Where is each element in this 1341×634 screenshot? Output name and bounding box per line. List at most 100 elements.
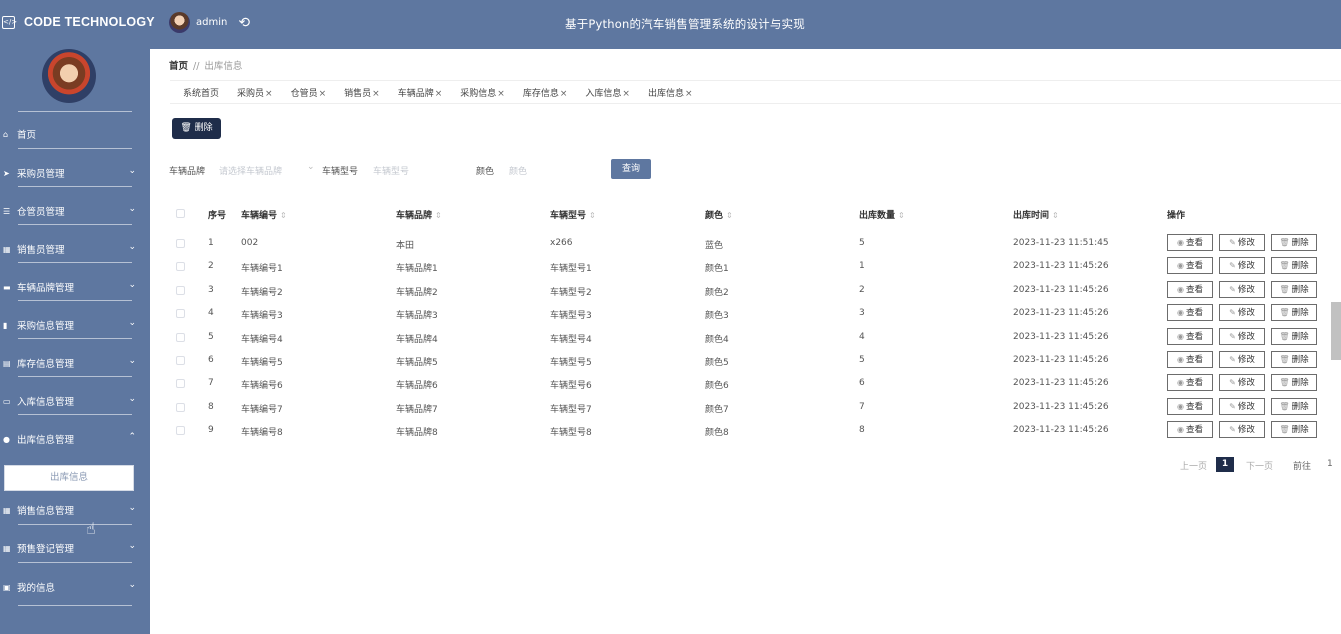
row-checkbox[interactable] (176, 239, 185, 248)
sort-icon[interactable]: ⇕ (435, 211, 442, 220)
sidebar-subitem-stock-out-info[interactable]: 出库信息 (4, 465, 134, 491)
table-cell: 2023-11-23 11:45:26 (1013, 425, 1109, 435)
column-header[interactable]: 出库数量 ⇕ (859, 208, 905, 221)
sidebar-item-stock-out[interactable]: ● 出库信息管理 ⌃ (0, 429, 150, 449)
column-header[interactable]: 车辆品牌 ⇕ (396, 208, 442, 221)
delete-button[interactable]: 🗑 删除 (1271, 374, 1317, 391)
delete-button[interactable]: 🗑 删除 (1271, 304, 1317, 321)
view-button[interactable]: ◉ 查看 (1167, 351, 1213, 368)
edit-button[interactable]: ✎ 修改 (1219, 398, 1265, 415)
edit-button[interactable]: ✎ 修改 (1219, 257, 1265, 274)
tab-purchase-info[interactable]: 采购信息× (460, 86, 505, 99)
close-icon[interactable]: × (265, 89, 273, 99)
close-icon[interactable]: × (685, 89, 693, 99)
sidebar-item-label: 采购员管理 (17, 169, 65, 180)
view-button[interactable]: ◉ 查看 (1167, 398, 1213, 415)
close-icon[interactable]: × (435, 89, 443, 99)
select-all-checkbox[interactable] (176, 209, 185, 218)
row-checkbox[interactable] (176, 426, 185, 435)
view-button[interactable]: ◉ 查看 (1167, 421, 1213, 438)
edit-button[interactable]: ✎ 修改 (1219, 351, 1265, 368)
row-checkbox[interactable] (176, 333, 185, 342)
sidebar-item-brand[interactable]: ▬ 车辆品牌管理 ⌄ (0, 277, 150, 297)
edit-button[interactable]: ✎ 修改 (1219, 328, 1265, 345)
sort-icon[interactable]: ⇕ (280, 211, 287, 220)
delete-button[interactable]: 🗑 删除 (1271, 351, 1317, 368)
delete-button[interactable]: 🗑 删除 (1271, 398, 1317, 415)
chevron-down-icon[interactable]: ⌄ (307, 162, 315, 172)
next-page-button[interactable]: 下一页 (1246, 459, 1273, 472)
sidebar-item-home[interactable]: ⌂ 首页 (0, 124, 150, 144)
delete-button[interactable]: 🗑 删除 (1271, 421, 1317, 438)
sidebar-item-stock-in[interactable]: ▭ 入库信息管理 ⌄ (0, 391, 150, 411)
tab-inventory[interactable]: 库存信息× (523, 86, 568, 99)
model-input[interactable]: 车辆型号 (373, 164, 409, 177)
row-checkbox[interactable] (176, 309, 185, 318)
tab-brand[interactable]: 车辆品牌× (398, 86, 443, 99)
close-icon[interactable]: × (560, 89, 568, 99)
edit-button[interactable]: ✎ 修改 (1219, 234, 1265, 251)
sidebar-item-presale[interactable]: ▦ 预售登记管理 ⌄ (0, 538, 150, 558)
sidebar-item-warehouse[interactable]: ☰ 仓管员管理 ⌄ (0, 201, 150, 221)
sidebar: ⌂ 首页 ➤ 采购员管理 ⌄ ☰ 仓管员管理 ⌄ ▦ 销售员管理 ⌄ ▬ 车辆品牌管理 ⌄ ▮ 采购… (0, 49, 150, 634)
row-checkbox[interactable] (176, 356, 185, 365)
column-header[interactable]: 颜色 ⇕ (705, 208, 733, 221)
divider (18, 224, 132, 225)
column-header[interactable]: 出库时间 ⇕ (1013, 208, 1059, 221)
view-button[interactable]: ◉ 查看 (1167, 234, 1213, 251)
sort-icon[interactable]: ⇕ (898, 211, 905, 220)
close-icon[interactable]: × (319, 89, 327, 99)
tab-stock-in[interactable]: 入库信息× (585, 86, 630, 99)
tab-purchaser[interactable]: 采购员× (237, 86, 273, 99)
sidebar-item-salesperson[interactable]: ▦ 销售员管理 ⌄ (0, 239, 150, 259)
search-button[interactable]: 查询 (611, 159, 651, 179)
logo[interactable]: </> CODE TECHNOLOGY (2, 15, 155, 29)
delete-button[interactable]: 🗑 删除 (1271, 234, 1317, 251)
tab-home[interactable]: 系统首页 (183, 86, 219, 99)
scrollbar[interactable] (1331, 302, 1341, 360)
row-checkbox[interactable] (176, 262, 185, 271)
sidebar-item-sales-info[interactable]: ▦ 销售信息管理 ⌄ (0, 500, 150, 520)
batch-delete-button[interactable]: 🗑 删除 (172, 118, 221, 139)
color-input[interactable]: 颜色 (509, 164, 527, 177)
page-number[interactable]: 1 (1216, 457, 1234, 472)
breadcrumb-home[interactable]: 首页 (169, 61, 188, 72)
view-button[interactable]: ◉ 查看 (1167, 281, 1213, 298)
tab-stock-out[interactable]: 出库信息× (648, 86, 693, 99)
close-icon[interactable]: × (372, 89, 380, 99)
sort-icon[interactable]: ⇕ (589, 211, 596, 220)
tab-salesperson[interactable]: 销售员× (344, 86, 380, 99)
edit-button[interactable]: ✎ 修改 (1219, 374, 1265, 391)
column-header[interactable]: 车辆型号 ⇕ (550, 208, 596, 221)
goto-page-input[interactable]: 1 (1327, 459, 1333, 469)
row-checkbox[interactable] (176, 379, 185, 388)
close-icon[interactable]: × (622, 89, 630, 99)
close-icon[interactable]: × (497, 89, 505, 99)
column-header[interactable]: 车辆编号 ⇕ (241, 208, 287, 221)
sidebar-item-purchaser[interactable]: ➤ 采购员管理 ⌄ (0, 163, 150, 183)
sidebar-item-inventory[interactable]: ▤ 库存信息管理 ⌄ (0, 353, 150, 373)
edit-button[interactable]: ✎ 修改 (1219, 304, 1265, 321)
sidebar-item-my-info[interactable]: ▣ 我的信息 ⌄ (0, 577, 150, 597)
delete-button[interactable]: 🗑 删除 (1271, 281, 1317, 298)
delete-button[interactable]: 🗑 删除 (1271, 328, 1317, 345)
view-button[interactable]: ◉ 查看 (1167, 374, 1213, 391)
sync-icon[interactable]: ⟲ (238, 16, 250, 30)
user-menu[interactable]: admin ⟲ (169, 12, 250, 33)
row-checkbox[interactable] (176, 286, 185, 295)
view-button[interactable]: ◉ 查看 (1167, 328, 1213, 345)
row-checkbox[interactable] (176, 403, 185, 412)
sort-icon[interactable]: ⇕ (726, 211, 733, 220)
brand-select[interactable]: 请选择车辆品牌 (219, 164, 282, 177)
delete-button[interactable]: 🗑 删除 (1271, 257, 1317, 274)
sidebar-item-purchase-info[interactable]: ▮ 采购信息管理 ⌄ (0, 315, 150, 335)
edit-button[interactable]: ✎ 修改 (1219, 421, 1265, 438)
tab-warehouse[interactable]: 仓管员× (291, 86, 327, 99)
sort-icon[interactable]: ⇕ (1052, 211, 1059, 220)
trash-icon: 🗑 (1279, 425, 1290, 434)
edit-button[interactable]: ✎ 修改 (1219, 281, 1265, 298)
prev-page-button[interactable]: 上一页 (1180, 459, 1207, 472)
view-button[interactable]: ◉ 查看 (1167, 304, 1213, 321)
table-cell: 2023-11-23 11:45:26 (1013, 332, 1109, 342)
view-button[interactable]: ◉ 查看 (1167, 257, 1213, 274)
